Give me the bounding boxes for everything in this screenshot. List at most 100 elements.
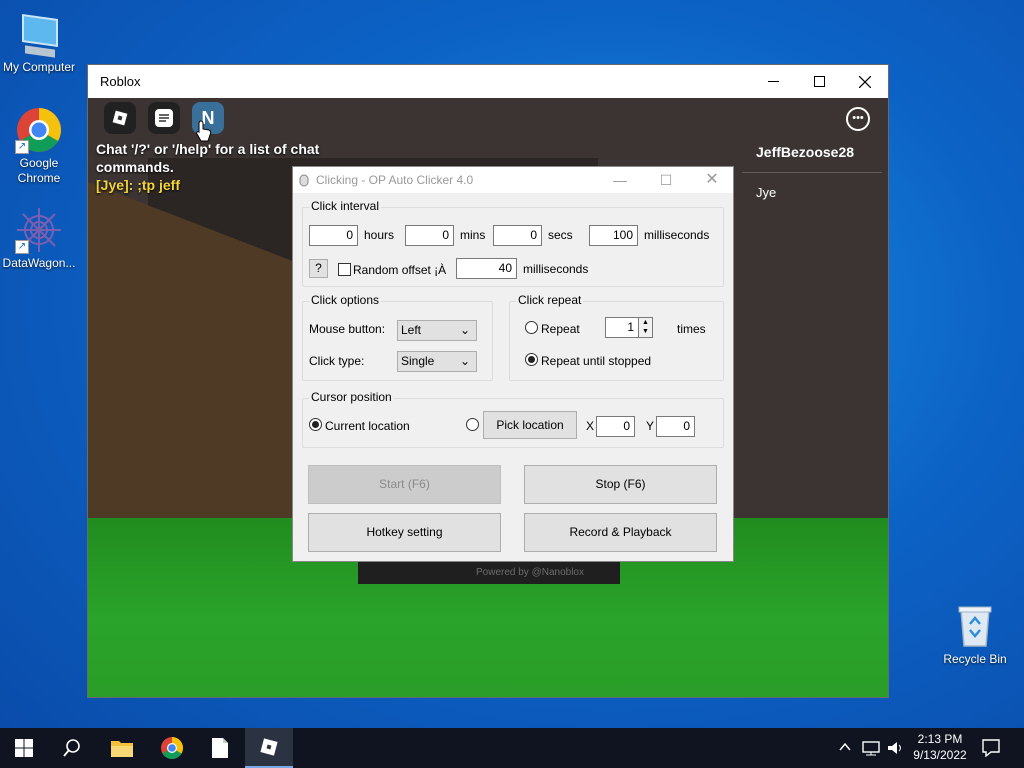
windows-logo-icon	[15, 739, 33, 757]
click-type-value: Single	[401, 354, 435, 368]
stepper-up-icon[interactable]: ▲	[639, 318, 652, 327]
desktop-icon-label: Google Chrome	[17, 156, 61, 185]
roblox-logo-icon	[112, 110, 128, 126]
random-offset-input[interactable]: 40	[456, 258, 517, 279]
mouse-icon	[299, 174, 309, 187]
stepper-down-icon[interactable]: ▼	[639, 327, 652, 336]
hotkey-setting-button[interactable]: Hotkey setting	[308, 513, 501, 552]
show-hidden-icons-button[interactable]	[838, 740, 852, 759]
shortcut-arrow-icon: ↗	[15, 240, 29, 254]
help-button[interactable]: ?	[309, 259, 328, 278]
repeat-label: Repeat	[541, 322, 580, 336]
network-status[interactable]	[862, 740, 880, 761]
chevron-down-icon: ⌄	[459, 354, 470, 368]
window-title: Roblox	[100, 74, 141, 89]
x-input[interactable]: 0	[596, 416, 635, 437]
start-button[interactable]: Start (F6)	[308, 465, 501, 504]
desktop-icon-datawagon[interactable]: ↗ DataWagon...	[0, 206, 78, 271]
search-button[interactable]	[48, 728, 96, 768]
clock-time: 2:13 PM	[917, 732, 963, 746]
random-offset-label: Random offset ¡À	[353, 263, 447, 277]
roblox-logo-icon	[260, 738, 278, 756]
desktop-icon-chrome[interactable]: ↗ Google Chrome	[0, 106, 78, 186]
taskbar-roblox[interactable]	[245, 728, 293, 768]
chevron-down-icon: ⌄	[459, 323, 470, 337]
player-name: Jye	[756, 185, 777, 200]
start-button[interactable]	[0, 728, 48, 768]
taskbar-clock[interactable]: 2:13 PM 9/13/2022	[906, 731, 974, 763]
volume-icon	[888, 742, 901, 754]
cursor-hand-icon	[196, 120, 212, 142]
current-location-label: Current location	[325, 419, 410, 433]
datawagon-icon: ↗	[15, 206, 63, 254]
click-repeat-group: Click repeat Repeat 1 ▲ ▼ times Repeat u…	[509, 293, 724, 381]
desktop-icon-my-computer[interactable]: My Computer	[0, 10, 78, 75]
mins-label: mins	[460, 228, 486, 242]
mouse-button-select[interactable]: Left ⌄	[397, 320, 477, 341]
click-interval-group: Click interval 0 hours 0 mins 0 secs 100…	[302, 199, 724, 287]
more-options-button[interactable]: •••	[846, 107, 870, 131]
shortcut-arrow-icon: ↗	[15, 140, 29, 154]
computer-icon	[15, 10, 63, 58]
ac-minimize-button[interactable]: —	[597, 167, 643, 193]
roblox-menu-button[interactable]	[104, 102, 136, 134]
close-button[interactable]	[842, 65, 888, 98]
click-options-group: Click options Mouse button: Left ⌄ Click…	[302, 293, 493, 381]
desktop-icon-label: My Computer	[2, 60, 76, 74]
secs-input[interactable]: 0	[493, 225, 542, 246]
chat-icon	[155, 109, 173, 127]
pick-location-button[interactable]: Pick location	[483, 411, 577, 439]
chrome-icon: ↗	[15, 106, 63, 154]
chrome-icon	[161, 737, 183, 759]
ac-close-button[interactable]: ✕	[689, 167, 735, 193]
chat-toggle-button[interactable]	[148, 102, 180, 134]
repeat-count-stepper[interactable]: ▲ ▼	[639, 317, 653, 338]
click-type-label: Click type:	[309, 354, 365, 368]
autoclicker-window: Clicking - OP Auto Clicker 4.0 — ☐ ✕ Cli…	[292, 166, 734, 562]
hours-input[interactable]: 0	[309, 225, 358, 246]
times-label: times	[677, 322, 706, 336]
secs-label: secs	[548, 228, 573, 242]
desktop-icon-label: DataWagon...	[2, 256, 76, 270]
group-label: Cursor position	[309, 390, 394, 404]
taskbar: 2:13 PM 9/13/2022	[0, 728, 1024, 768]
powered-by-banner: Powered by @Nanoblox	[358, 562, 620, 584]
taskbar-notepad[interactable]	[196, 728, 244, 768]
random-offset-unit: milliseconds	[523, 262, 589, 276]
player-list: JeffBezoose28 Jye	[742, 144, 882, 200]
minimize-button[interactable]	[750, 65, 796, 98]
roblox-titlebar[interactable]: Roblox	[88, 65, 888, 98]
document-icon	[212, 738, 228, 758]
click-type-select[interactable]: Single ⌄	[397, 351, 477, 372]
random-offset-checkbox[interactable]	[338, 263, 351, 276]
autoclicker-titlebar[interactable]: Clicking - OP Auto Clicker 4.0 — ☐ ✕	[293, 167, 733, 193]
notifications-button[interactable]	[982, 739, 1000, 762]
clock-date: 9/13/2022	[913, 748, 967, 762]
desktop-icon-recycle-bin[interactable]: Recycle Bin	[936, 602, 1014, 667]
player-self[interactable]: JeffBezoose28	[742, 144, 882, 173]
current-location-radio[interactable]	[309, 418, 322, 431]
record-playback-button[interactable]: Record & Playback	[524, 513, 717, 552]
pick-location-radio[interactable]	[466, 418, 479, 431]
stop-button[interactable]: Stop (F6)	[524, 465, 717, 504]
desktop-icon-label: Recycle Bin	[943, 652, 1007, 666]
repeat-until-stopped-label: Repeat until stopped	[541, 354, 652, 368]
mins-input[interactable]: 0	[405, 225, 454, 246]
recycle-bin-icon	[951, 602, 999, 650]
repeat-until-stopped-radio[interactable]	[525, 353, 538, 366]
taskbar-file-explorer[interactable]	[98, 728, 146, 768]
cursor-position-group: Cursor position Current location Pick lo…	[302, 390, 724, 448]
volume-control[interactable]	[886, 740, 904, 761]
player-other[interactable]: Jye	[742, 173, 882, 200]
powered-by-text: Powered by @Nanoblox	[476, 567, 584, 578]
milliseconds-input[interactable]: 100	[589, 225, 638, 246]
x-label: X	[586, 419, 595, 433]
group-label: Click interval	[309, 199, 382, 213]
repeat-count-input[interactable]: 1	[605, 317, 639, 338]
maximize-button[interactable]	[796, 65, 842, 98]
y-input[interactable]: 0	[656, 416, 695, 437]
search-icon	[63, 739, 80, 757]
repeat-radio[interactable]	[525, 321, 538, 334]
ac-maximize-button[interactable]: ☐	[643, 167, 689, 193]
taskbar-chrome[interactable]	[148, 728, 196, 768]
